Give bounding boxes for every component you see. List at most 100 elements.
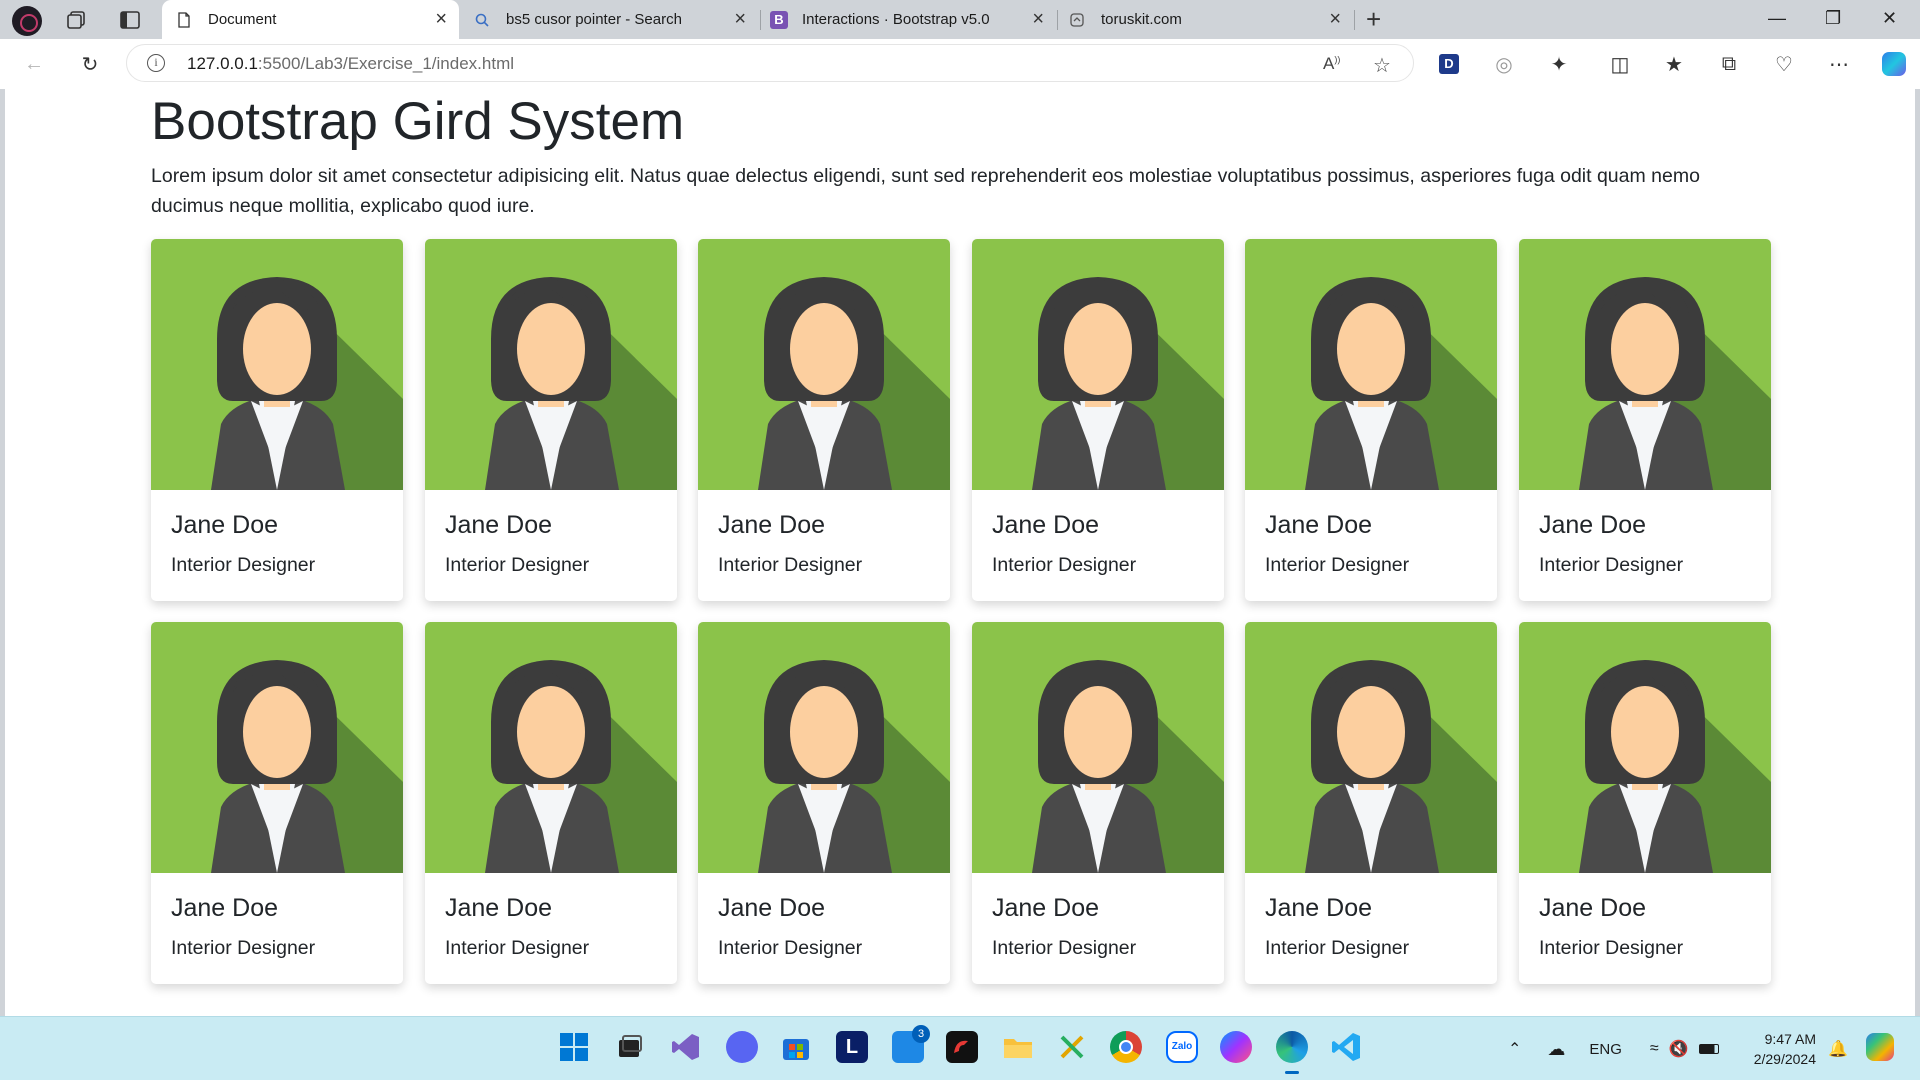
card-name: Jane Doe <box>1265 894 1373 922</box>
chevron-up-icon[interactable]: ⌃ <box>1508 1039 1521 1059</box>
card-role: Interior Designer <box>992 937 1137 959</box>
vertical-tabs-icon[interactable] <box>119 9 141 31</box>
card-role: Interior Designer <box>718 554 863 576</box>
avatar-image <box>425 622 677 873</box>
tab-toruskit[interactable]: toruskit.com × <box>1059 0 1353 39</box>
close-tab-icon[interactable]: × <box>1032 9 1044 29</box>
card-role: Interior Designer <box>992 554 1137 576</box>
card-name: Jane Doe <box>445 894 553 922</box>
favorites-icon[interactable]: ★ <box>1660 50 1688 78</box>
tab-title: bs5 cusor pointer - Search <box>506 11 682 28</box>
favorite-star-icon[interactable]: ☆ <box>1373 53 1391 78</box>
card-role: Interior Designer <box>1539 937 1684 959</box>
card-role: Interior Designer <box>171 554 316 576</box>
browser-toolbar: ← ↻ i 127.0.0.1:5500/Lab3/Exercise_1/ind… <box>0 39 1920 89</box>
split-screen-icon[interactable]: ◫ <box>1606 50 1634 78</box>
tab-title: toruskit.com <box>1101 11 1182 28</box>
address-bar[interactable]: i 127.0.0.1:5500/Lab3/Exercise_1/index.h… <box>126 44 1414 82</box>
tab-search[interactable]: bs5 cusor pointer - Search × <box>462 0 758 39</box>
refresh-button[interactable]: ↻ <box>76 50 104 78</box>
new-tab-button[interactable]: + <box>1366 5 1381 33</box>
close-tab-icon[interactable]: × <box>435 9 447 29</box>
avatar-image <box>1245 622 1497 873</box>
browser-essentials-icon[interactable]: ♡ <box>1770 50 1798 78</box>
tab-divider <box>760 10 761 30</box>
cloud-icon[interactable]: ☁ <box>1547 1039 1565 1060</box>
l-app-icon[interactable]: L <box>836 1031 868 1063</box>
zalo-icon[interactable]: Zalo <box>1166 1031 1198 1063</box>
collections-icon[interactable]: ⧉ <box>1715 50 1743 78</box>
avatar-image <box>1519 239 1771 490</box>
notification-bell-icon[interactable]: 🔔 <box>1828 1039 1848 1059</box>
chrome-icon[interactable] <box>1110 1031 1142 1063</box>
profile-avatar[interactable] <box>12 6 42 36</box>
card-name: Jane Doe <box>718 894 826 922</box>
teams-icon[interactable]: 3 <box>892 1025 930 1063</box>
card-name: Jane Doe <box>445 511 553 539</box>
card-name: Jane Doe <box>1539 894 1647 922</box>
card-role: Interior Designer <box>445 554 590 576</box>
page-viewport: Bootstrap Gird System Lorem ipsum dolor … <box>5 89 1915 1016</box>
start-icon[interactable] <box>558 1031 590 1063</box>
card-name: Jane Doe <box>718 511 826 539</box>
edge-icon[interactable] <box>1276 1031 1308 1074</box>
minimize-button[interactable]: — <box>1768 8 1786 29</box>
tab-bootstrap[interactable]: B Interactions · Bootstrap v5.0 × <box>762 0 1056 39</box>
tab-divider <box>1354 10 1355 30</box>
store-icon[interactable] <box>780 1031 812 1063</box>
compass-icon[interactable]: ◎ <box>1490 50 1518 78</box>
close-window-button[interactable]: ✕ <box>1882 8 1897 29</box>
profile-card: Jane Doe Interior Designer <box>1519 239 1771 601</box>
back-button[interactable]: ← <box>20 50 48 78</box>
avatar-image <box>972 622 1224 873</box>
tab-title: Document <box>208 11 277 28</box>
copilot-taskbar-icon[interactable] <box>1866 1033 1894 1061</box>
discord-icon[interactable] <box>726 1031 758 1063</box>
avatar-image <box>698 239 950 490</box>
garena-icon[interactable] <box>946 1031 978 1063</box>
clock-time: 9:47 AM <box>1764 1031 1816 1047</box>
taskview-icon[interactable] <box>614 1031 646 1063</box>
card-name: Jane Doe <box>992 894 1100 922</box>
search-icon <box>475 13 489 27</box>
card-name: Jane Doe <box>1539 511 1647 539</box>
tab-document[interactable]: Document × <box>162 0 459 39</box>
profile-card: Jane Doe Interior Designer <box>972 239 1224 601</box>
profile-card: Jane Doe Interior Designer <box>151 239 403 601</box>
close-tab-icon[interactable]: × <box>1329 9 1341 29</box>
card-role: Interior Designer <box>1539 554 1684 576</box>
clock[interactable]: 9:47 AM 2/29/2024 <box>1740 1029 1816 1069</box>
wifi-icon[interactable]: ≈ <box>1650 1040 1659 1058</box>
battery-icon[interactable] <box>1698 1044 1719 1054</box>
bootstrap-icon: B <box>770 10 788 29</box>
close-tab-icon[interactable]: × <box>734 9 746 29</box>
language-indicator[interactable]: ENG <box>1589 1041 1622 1058</box>
profile-card: Jane Doe Interior Designer <box>1245 622 1497 984</box>
profile-card: Jane Doe Interior Designer <box>151 622 403 984</box>
file-explorer-icon[interactable] <box>1002 1031 1034 1063</box>
notification-badge: 3 <box>912 1025 930 1043</box>
page-intro: Lorem ipsum dolor sit amet consectetur a… <box>151 165 1700 217</box>
avatar-image <box>698 622 950 873</box>
restore-button[interactable]: ❐ <box>1825 8 1841 29</box>
messenger-icon[interactable] <box>1220 1031 1252 1063</box>
avatar-image <box>425 239 677 490</box>
extensions-icon[interactable]: ✦ <box>1545 50 1573 78</box>
card-name: Jane Doe <box>171 894 279 922</box>
site-info-icon[interactable]: i <box>147 54 165 72</box>
copilot-icon[interactable] <box>1880 50 1908 78</box>
extension-d-icon[interactable]: D <box>1435 50 1463 78</box>
volume-muted-icon[interactable]: 🔇 <box>1669 1039 1689 1059</box>
more-menu-icon[interactable]: ⋯ <box>1825 50 1853 78</box>
address-url[interactable]: 127.0.0.1:5500/Lab3/Exercise_1/index.htm… <box>187 54 514 74</box>
vscode-icon[interactable] <box>1330 1031 1362 1063</box>
visual-studio-icon[interactable] <box>670 1031 702 1063</box>
workspaces-icon[interactable] <box>66 9 88 31</box>
snipping-icon[interactable] <box>1056 1031 1088 1063</box>
card-role: Interior Designer <box>1265 554 1410 576</box>
avatar-image <box>1519 622 1771 873</box>
profile-card: Jane Doe Interior Designer <box>425 239 677 601</box>
url-path: :5500/Lab3/Exercise_1/index.html <box>257 54 515 73</box>
read-aloud-icon[interactable]: A)) <box>1323 54 1340 74</box>
document-icon <box>178 11 190 28</box>
